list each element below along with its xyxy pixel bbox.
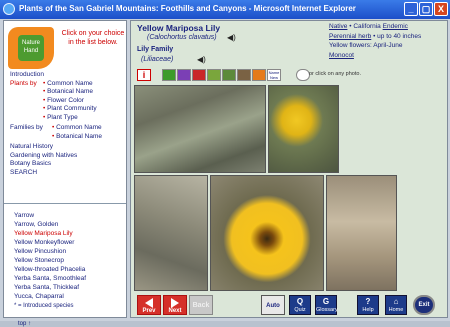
flower-icon[interactable] [177,69,191,81]
next-button[interactable]: Next [163,295,187,315]
species-item-selected[interactable]: Yellow Mariposa Lily [14,229,126,238]
nav-families-common-name[interactable]: • Common Name [52,124,102,133]
plant-detail-panel: Yellow Mariposa Lily (Calochortus clavat… [130,20,448,318]
root-icon[interactable] [237,69,251,81]
introduced-species-note: * = Introduced species [14,303,74,309]
glossary-button[interactable]: G Glossary [315,295,338,315]
help-button[interactable]: ? Help [357,295,379,315]
nav-introduction[interactable]: Introduction [10,71,126,80]
divider [4,203,126,204]
window-title: Plants of the San Gabriel Mountains: Foo… [19,4,356,13]
species-list: Yarrow Yarrow, Golden Yellow Mariposa Li… [14,211,126,301]
speaker-icon[interactable]: ◀) [227,34,236,42]
back-button[interactable]: Back [189,295,213,315]
seed-pod-photo[interactable] [326,175,397,291]
title-bar: Plants of the San Gabriel Mountains: Foo… [0,0,450,19]
nav-plants-community[interactable]: • Plant Community [43,105,97,114]
species-item[interactable]: Yarrow, Golden [14,220,126,229]
flower-bud-photo[interactable] [268,85,339,173]
prev-button[interactable]: Prev [137,295,161,315]
fire-icon[interactable] [252,69,266,81]
internet-explorer-icon [3,3,15,15]
nav-natural-history[interactable]: Natural History [10,143,126,152]
species-item[interactable]: Yarrow [14,211,126,220]
species-item[interactable]: Yucca, Chaparral [14,292,126,301]
top-link[interactable]: top ↑ [18,321,31,327]
magnifier-icon[interactable] [296,69,310,81]
plant-stem-photo[interactable] [134,175,208,291]
home-icon: ⌂ [393,297,399,306]
monocot-link[interactable]: Monocot [329,52,354,59]
flower-closeup-photo[interactable] [210,175,324,291]
plant-common-name: Yellow Mariposa Lily [137,23,221,33]
fruit-icon[interactable] [192,69,206,81]
nav-search[interactable]: SEARCH [10,169,126,178]
quiz-button[interactable]: Q Quiz [289,295,311,315]
up-arrow-icon: ↑ [26,321,32,327]
info-icon[interactable]: i [137,69,151,81]
species-item[interactable]: Yellow Stonecrop [14,256,126,265]
home-button[interactable]: ⌂ Home [385,295,407,315]
speaker-icon[interactable]: ◀) [197,56,206,64]
nav-families-botanical-name[interactable]: • Botanical Name [52,133,102,142]
right-arrow-icon [171,298,179,308]
minimize-button[interactable]: _ [404,2,418,16]
plant-family: Lily Family [137,46,174,53]
logo-text: Nature Hand [18,35,44,61]
endemic-link[interactable]: Endemic [383,23,408,30]
plant-facts: Native • California Endemic Perennial he… [329,22,447,60]
bottom-toolbar: Prev Next Back Auto Q Quiz G Glossary ? Hel… [131,293,447,317]
species-item[interactable]: Yellow-throated Phacelia [14,265,126,274]
plant-family-latin: (Liliaceae) [141,56,174,63]
close-button[interactable]: X [434,2,448,16]
nature-hand-logo: Nature Hand [8,27,54,69]
main-navigation: Introduction Plants by • Common Name • B… [10,71,126,177]
species-item[interactable]: Yerba Santa, Smoothleaf [14,274,126,283]
stem-icon[interactable] [207,69,221,81]
plant-habitat-photo[interactable] [134,85,266,173]
native-link[interactable]: Native [329,23,347,30]
species-item[interactable]: Yellow Monkeyflower [14,238,126,247]
species-item[interactable]: Yerba Santa, Thickleaf [14,283,126,292]
exit-button[interactable]: Exit [413,295,435,315]
seedling-icon[interactable] [222,69,236,81]
perennial-herb-link[interactable]: Perennial herb [329,33,371,40]
nav-gardening[interactable]: Gardening with Natives [10,152,126,161]
leaf-icon[interactable] [162,69,176,81]
glossary-icon: G [322,297,330,306]
flower-info: Yellow flowers: April-June [329,42,403,49]
nav-plants-common-name[interactable]: • Common Name [43,80,93,89]
instruction-text: Click on your choice in the list below. [61,30,125,46]
plant-latin-name: (Calochortus clavatus) [147,34,217,41]
plants-by-label: Plants by [10,79,37,87]
left-panel: Nature Hand Click on your choice in the … [3,20,127,327]
name-new-icon[interactable]: Name New [267,69,281,81]
left-arrow-icon [145,298,153,308]
help-icon: ? [365,297,371,306]
maximize-button[interactable]: ▢ [419,2,433,16]
nav-plants-flower-color[interactable]: • Flower Color [43,97,84,106]
quiz-icon: Q [296,297,304,306]
families-by-label: Families by [10,124,43,131]
nav-plants-type[interactable]: • Plant Type [43,114,78,123]
species-item[interactable]: Yellow Pincushion [14,247,126,256]
nav-botany-basics[interactable]: Botany Basics [10,160,126,169]
photo-hint: or click on any photo. [309,71,361,77]
nav-plants-botanical-name[interactable]: • Botanical Name [43,88,93,97]
auto-button[interactable]: Auto [261,295,285,315]
app-window: Plants of the San Gabriel Mountains: Foo… [0,0,450,327]
